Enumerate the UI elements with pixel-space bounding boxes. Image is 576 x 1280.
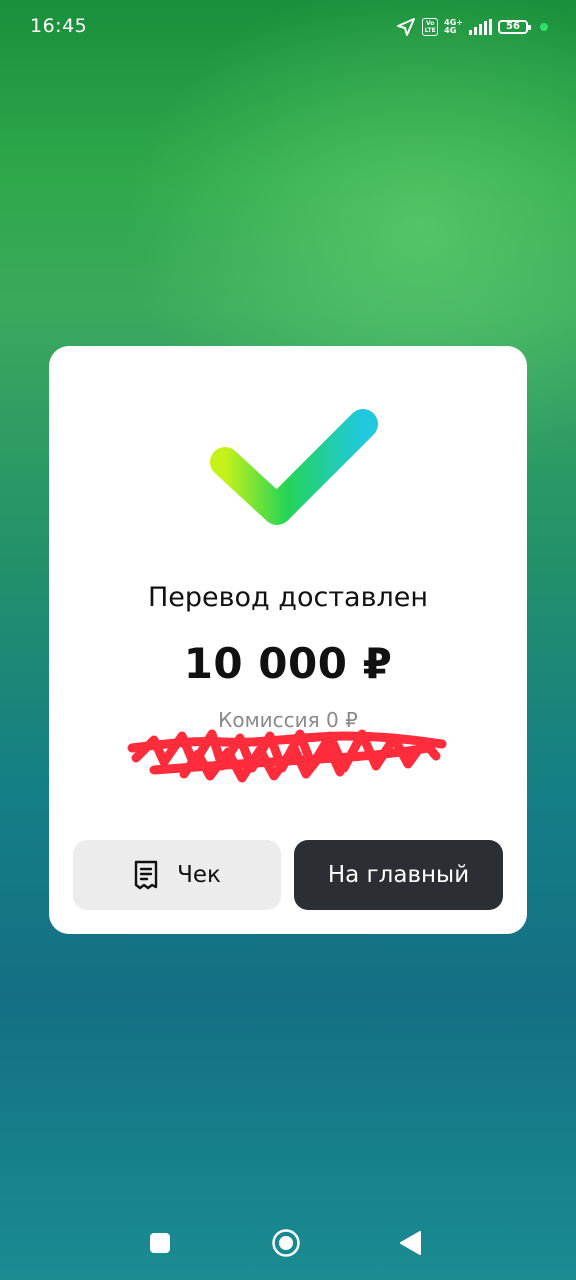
redaction-scribble [127,729,447,783]
volte-icon: Vo LTE [422,18,439,36]
status-bar: 16:45 Vo LTE 4G+ 4G 56 [0,0,576,56]
checkmark-icon [210,409,378,525]
receipt-button-label: Чек [177,862,221,888]
transfer-amount: 10 000 ₽ [183,639,393,688]
battery-icon: 56 [498,20,531,34]
system-nav-bar [0,1205,576,1280]
status-time: 16:45 [30,15,88,37]
network-type-bottom: 4G [444,26,457,35]
signal-icon [469,19,492,35]
home-button-label: На главный [327,862,470,888]
back-icon[interactable] [398,1230,422,1256]
location-arrow-icon [397,18,416,36]
network-type: 4G+ 4G [444,19,463,35]
green-dot-icon [540,23,548,31]
home-button[interactable]: На главный [294,840,503,910]
recent-apps-icon[interactable] [150,1233,170,1253]
receipt-icon [134,860,158,890]
status-icons: Vo LTE 4G+ 4G 56 [396,16,548,38]
transfer-result-card: Перевод доставлен 10 000 ₽ Комиссия 0 ₽ … [49,346,527,934]
receipt-button[interactable]: Чек [73,840,281,910]
home-icon[interactable] [271,1228,301,1258]
transfer-status-title: Перевод доставлен [147,582,429,613]
